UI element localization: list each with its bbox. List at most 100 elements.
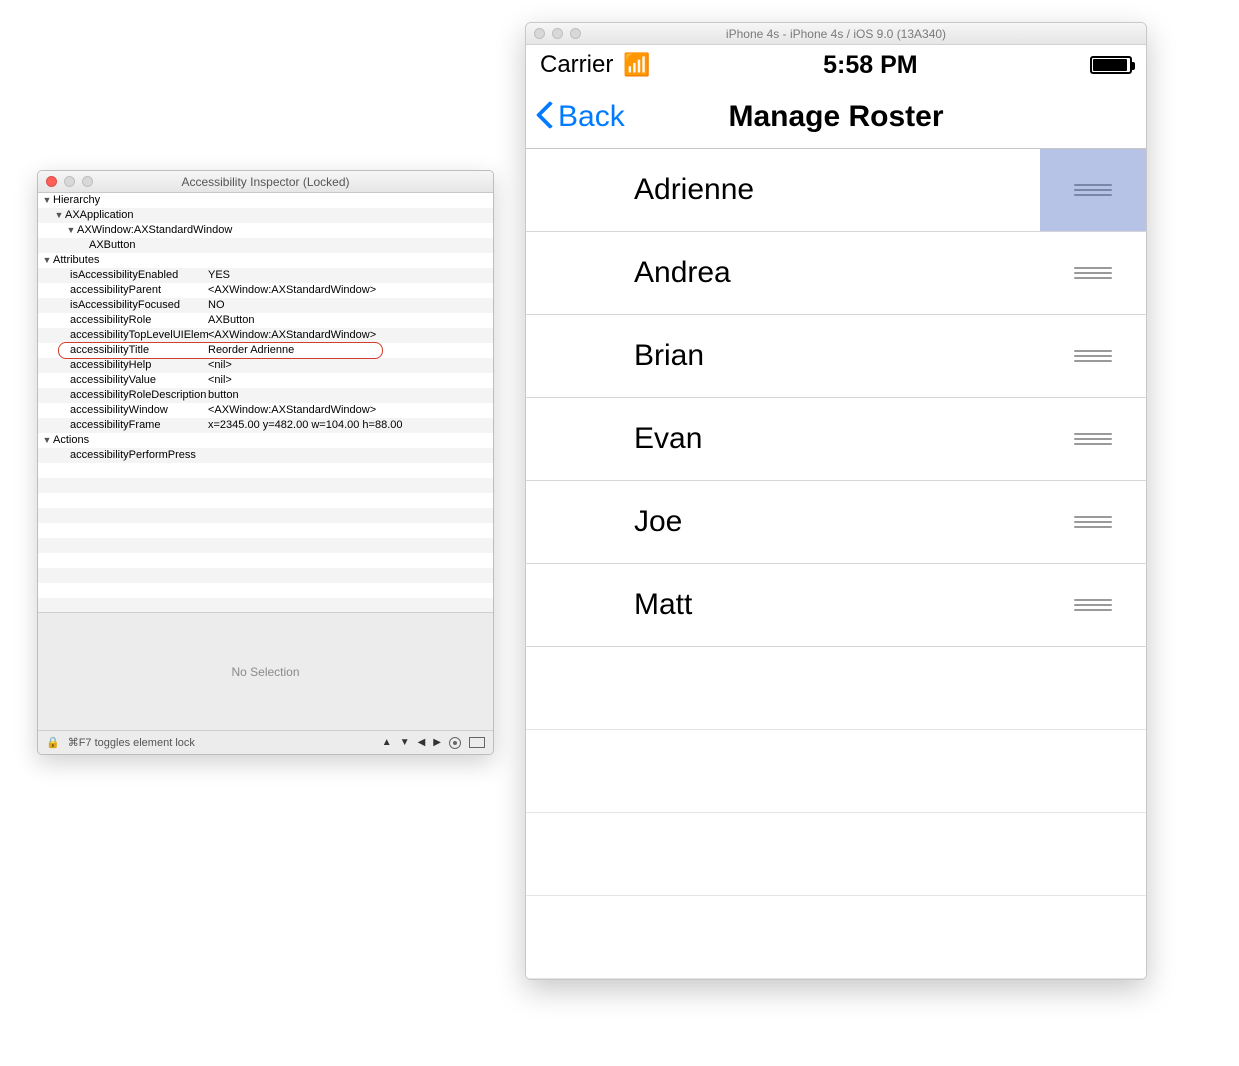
roster-name-label: Brian (634, 339, 704, 373)
attribute-key: accessibilityRoleDescription (42, 388, 208, 403)
disclosure-triangle-icon[interactable]: ▼ (66, 223, 76, 238)
attribute-row[interactable]: accessibilityValue<nil> (38, 373, 493, 388)
attribute-value: <AXWindow:AXStandardWindow> (208, 328, 493, 343)
attribute-row[interactable]: accessibilityFramex=2345.00 y=482.00 w=1… (38, 418, 493, 433)
roster-row[interactable]: Adrienne (526, 149, 1146, 232)
hierarchy-label: Hierarchy (53, 193, 100, 208)
attribute-row[interactable]: accessibilityTopLevelUIElement<AXWindow:… (38, 328, 493, 343)
attribute-value: x=2345.00 y=482.00 w=104.00 h=88.00 (208, 418, 493, 433)
battery-icon (1090, 56, 1132, 74)
lock-icon: 🔒 (46, 736, 60, 749)
attribute-key: accessibilityParent (42, 283, 208, 298)
roster-name-label: Joe (634, 505, 682, 539)
roster-row[interactable]: Andrea (526, 232, 1146, 315)
empty-row (526, 813, 1146, 896)
minimize-icon[interactable] (64, 176, 75, 187)
empty-row (526, 730, 1146, 813)
inspector-titlebar[interactable]: Accessibility Inspector (Locked) (38, 171, 493, 193)
attribute-key: accessibilityWindow (42, 403, 208, 418)
inspector-body: ▼ Hierarchy ▼AXApplication▼AXWindow:AXSt… (38, 193, 493, 612)
disclosure-triangle-icon[interactable]: ▼ (42, 433, 52, 448)
simulator-window: iPhone 4s - iPhone 4s / iOS 9.0 (13A340)… (525, 22, 1147, 980)
attribute-row[interactable]: accessibilityRoleDescriptionbutton (38, 388, 493, 403)
nav-right-button[interactable]: ▶ (433, 737, 441, 748)
attribute-key: accessibilityFrame (42, 418, 208, 433)
attributes-label: Attributes (53, 253, 99, 268)
zoom-icon[interactable] (570, 28, 581, 39)
hierarchy-row[interactable]: ▼AXWindow:AXStandardWindow (38, 223, 493, 238)
empty-row (38, 553, 493, 568)
roster-name-label: Matt (634, 588, 692, 622)
simulator-titlebar[interactable]: iPhone 4s - iPhone 4s / iOS 9.0 (13A340) (526, 23, 1146, 45)
inspector-detail-pane: No Selection 🔒 ⌘F7 toggles element lock … (38, 612, 493, 754)
accessibility-inspector-window: Accessibility Inspector (Locked) ▼ Hiera… (37, 170, 494, 755)
actions-section-header[interactable]: ▼ Actions (38, 433, 493, 448)
attribute-value: <AXWindow:AXStandardWindow> (208, 403, 493, 418)
empty-row (38, 583, 493, 598)
roster-row[interactable]: Brian (526, 315, 1146, 398)
reorder-handle[interactable] (1040, 481, 1146, 563)
back-button-label: Back (558, 100, 625, 134)
reorder-handle[interactable] (1040, 564, 1146, 646)
attribute-row[interactable]: isAccessibilityEnabledYES (38, 268, 493, 283)
attribute-value: <nil> (208, 358, 493, 373)
status-time: 5:58 PM (651, 51, 1090, 80)
attribute-value: AXButton (208, 313, 493, 328)
roster-table[interactable]: Adrienne Andrea Brian Evan Joe Matt (526, 149, 1146, 979)
roster-row[interactable]: Evan (526, 398, 1146, 481)
traffic-lights (38, 176, 93, 187)
roster-name-label: Adrienne (634, 173, 754, 207)
target-icon[interactable] (449, 737, 461, 749)
attribute-row[interactable]: accessibilityParent<AXWindow:AXStandardW… (38, 283, 493, 298)
traffic-lights (526, 28, 581, 39)
attribute-key: isAccessibilityFocused (42, 298, 208, 313)
attribute-key: accessibilityTopLevelUIElement (42, 328, 208, 343)
disclosure-triangle-icon[interactable]: ▼ (42, 253, 52, 268)
inspector-nav-buttons: ▲ ▼ ◀ ▶ (382, 737, 485, 749)
reorder-handle[interactable] (1040, 232, 1146, 314)
action-name: accessibilityPerformPress (42, 448, 208, 463)
action-row[interactable]: accessibilityPerformPress (38, 448, 493, 463)
reorder-handle[interactable] (1040, 315, 1146, 397)
attribute-key: accessibilityValue (42, 373, 208, 388)
hierarchy-section-header[interactable]: ▼ Hierarchy (38, 193, 493, 208)
back-button[interactable]: Back (534, 100, 625, 134)
reorder-handle[interactable] (1040, 398, 1146, 480)
attribute-row[interactable]: accessibilityRoleAXButton (38, 313, 493, 328)
attribute-row[interactable]: isAccessibilityFocusedNO (38, 298, 493, 313)
disclosure-triangle-icon[interactable]: ▼ (42, 193, 52, 208)
roster-row[interactable]: Joe (526, 481, 1146, 564)
attributes-section-header[interactable]: ▼ Attributes (38, 253, 493, 268)
nav-up-button[interactable]: ▲ (382, 737, 392, 748)
nav-down-button[interactable]: ▼ (400, 737, 410, 748)
attribute-key: accessibilityHelp (42, 358, 208, 373)
attribute-value: NO (208, 298, 493, 313)
nav-left-button[interactable]: ◀ (418, 737, 426, 748)
empty-row (526, 896, 1146, 979)
zoom-icon[interactable] (82, 176, 93, 187)
attribute-key: accessibilityRole (42, 313, 208, 328)
empty-row (526, 647, 1146, 730)
reorder-handle[interactable] (1040, 149, 1146, 231)
empty-row (38, 568, 493, 583)
attribute-row[interactable]: accessibilityTitleReorder Adrienne (38, 343, 493, 358)
empty-row (38, 523, 493, 538)
close-icon[interactable] (534, 28, 545, 39)
navigation-bar: Back Manage Roster (526, 85, 1146, 149)
disclosure-triangle-icon[interactable]: ▼ (54, 208, 64, 223)
hierarchy-row[interactable]: AXButton (38, 238, 493, 253)
attribute-row[interactable]: accessibilityWindow<AXWindow:AXStandardW… (38, 403, 493, 418)
close-icon[interactable] (46, 176, 57, 187)
roster-name-label: Andrea (634, 256, 731, 290)
roster-row[interactable]: Matt (526, 564, 1146, 647)
inspector-window-title: Accessibility Inspector (Locked) (38, 175, 493, 189)
footer-hint: ⌘F7 toggles element lock (68, 736, 195, 749)
attribute-value: button (208, 388, 493, 403)
no-selection-label: No Selection (38, 613, 493, 730)
hierarchy-item-label: AXApplication (65, 208, 134, 223)
highlight-rect-icon[interactable] (469, 737, 485, 748)
phone-screen: Carrier 📶 5:58 PM Back Manage Roster Adr… (526, 45, 1146, 979)
minimize-icon[interactable] (552, 28, 563, 39)
attribute-row[interactable]: accessibilityHelp<nil> (38, 358, 493, 373)
hierarchy-row[interactable]: ▼AXApplication (38, 208, 493, 223)
